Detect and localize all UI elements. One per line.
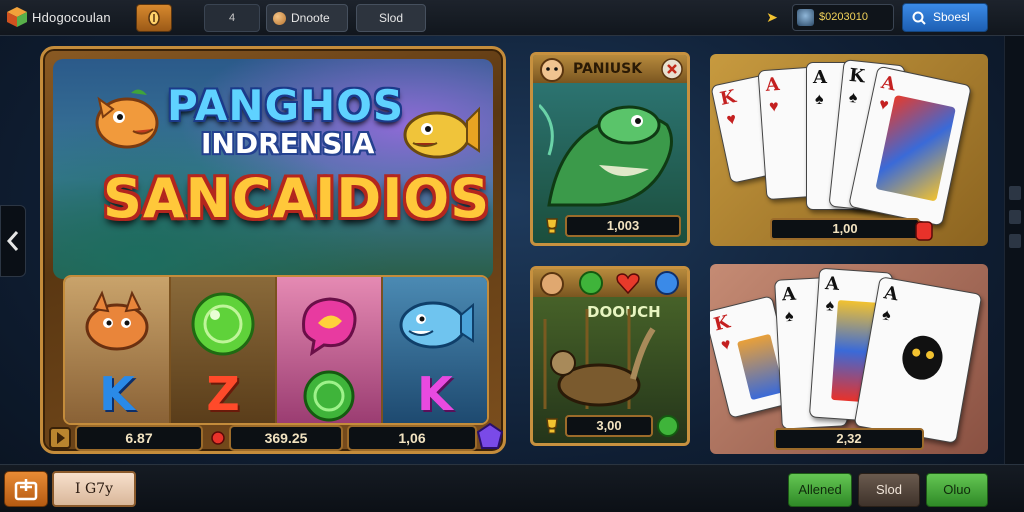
search-button[interactable]: Sboesl: [902, 3, 988, 32]
rail-slot[interactable]: [1009, 186, 1021, 200]
tab-dnoote[interactable]: Dnoote: [266, 4, 348, 32]
game-thumbnail[interactable]: PANIUSK 1,003: [530, 52, 690, 246]
thumbnail-value: 2,32: [774, 428, 924, 450]
cookie-icon: [273, 12, 286, 25]
play-icon[interactable]: [49, 427, 71, 449]
slod-button[interactable]: Slod: [858, 473, 920, 507]
green-fish-art: [539, 103, 673, 207]
character-avatar-icon: [540, 272, 564, 296]
search-icon: [912, 11, 926, 25]
tab-dnoote-label: Dnoote: [291, 11, 330, 25]
fox-fish-icon: [85, 290, 149, 351]
rail-slot[interactable]: [1009, 210, 1021, 224]
gold-arrow-icon[interactable]: ➤: [764, 9, 780, 25]
heart-icon[interactable]: [615, 271, 641, 295]
reel: Z: [171, 277, 277, 423]
cube-logo-icon[interactable]: [6, 6, 28, 28]
close-icon[interactable]: [661, 58, 683, 80]
thumbnail-value: 1,003: [565, 215, 681, 237]
search-label: Sboesl: [933, 10, 970, 24]
tab-slod[interactable]: Slod: [356, 4, 426, 32]
balance-display: $0203010: [792, 4, 894, 31]
green-coin-icon: [303, 370, 355, 422]
reel-letter: K: [99, 367, 135, 421]
reel: [277, 277, 383, 423]
app-title: Hdogocoulan: [32, 10, 111, 25]
card-game-thumbnail[interactable]: K ♥ A ♠ A ♠ A ♠ 2,32: [710, 264, 988, 454]
bottom-bar: I G7y Allened Slod Oluo: [0, 464, 1024, 512]
card-game-thumbnail[interactable]: K ♥ A ♥ A ♠ K ♠ A ♥ 1,00: [710, 54, 988, 246]
tab-arrow[interactable]: 4: [204, 4, 260, 32]
play-button[interactable]: I G7y: [52, 471, 136, 507]
scroll-left-button[interactable]: [0, 205, 26, 277]
thumbnail-value: 1,00: [770, 218, 920, 240]
avatar[interactable]: [797, 9, 814, 26]
main-stats-bar: 6.87 369.25 1,06: [47, 423, 503, 451]
slot-reels[interactable]: K Z K: [63, 275, 489, 425]
thumbnail-title: PANIUSK: [573, 61, 643, 77]
stat-mid: 369.25: [229, 425, 343, 451]
balance-value: $0203010: [819, 11, 868, 23]
pink-gem-icon: [302, 297, 357, 357]
green-leaf-icon[interactable]: [579, 271, 603, 295]
game-title-line3: SANCAIDIOS: [103, 167, 491, 230]
red-gem-icon: [211, 431, 225, 445]
stat-left: 6.87: [75, 425, 203, 451]
reel: K: [65, 277, 171, 423]
home-button[interactable]: [4, 471, 48, 507]
orange-fish-icon: [95, 89, 159, 149]
home-icon: [14, 479, 38, 501]
oluo-button[interactable]: Oluo: [926, 473, 988, 507]
green-coin-icon[interactable]: [657, 415, 679, 437]
reel: K: [383, 277, 487, 423]
main-game-card[interactable]: PANGHOS INDRENSIA SANCAIDIOS K Z K 6.87 …: [40, 46, 506, 454]
trophy-icon: [546, 218, 558, 234]
blue-fish-icon: [399, 301, 474, 349]
green-orb-icon: [191, 292, 255, 356]
red-potion-icon[interactable]: [914, 218, 934, 242]
trophy-icon: [546, 418, 558, 434]
allened-button[interactable]: Allened: [788, 473, 852, 507]
top-bar: Hdogocoulan 4 Dnoote Slod ➤ $0203010 Sbo…: [0, 0, 1024, 36]
game-title-line2: INDRENSIA: [201, 127, 375, 160]
rail-slot[interactable]: [1009, 234, 1021, 248]
game-thumbnail[interactable]: DOOUCH 3,00: [530, 266, 690, 446]
character-avatar-icon: [540, 58, 564, 82]
coin-icon: [148, 10, 160, 26]
globe-icon[interactable]: [655, 271, 679, 295]
thumbnail-value: 3,00: [565, 415, 653, 437]
right-rail: [1004, 36, 1024, 476]
coin-button[interactable]: [136, 4, 172, 32]
reel-letter: K: [417, 367, 453, 421]
stat-right: 1,06: [347, 425, 477, 451]
reel-letter: Z: [206, 367, 240, 421]
purple-gem-icon[interactable]: [477, 423, 503, 451]
game-title-line1: PANGHOS: [167, 81, 405, 130]
main-game-art: PANGHOS INDRENSIA SANCAIDIOS: [53, 59, 493, 279]
yellow-fish-icon: [403, 106, 480, 159]
chevron-left-icon: [6, 231, 19, 251]
turtle-art: [543, 309, 656, 409]
